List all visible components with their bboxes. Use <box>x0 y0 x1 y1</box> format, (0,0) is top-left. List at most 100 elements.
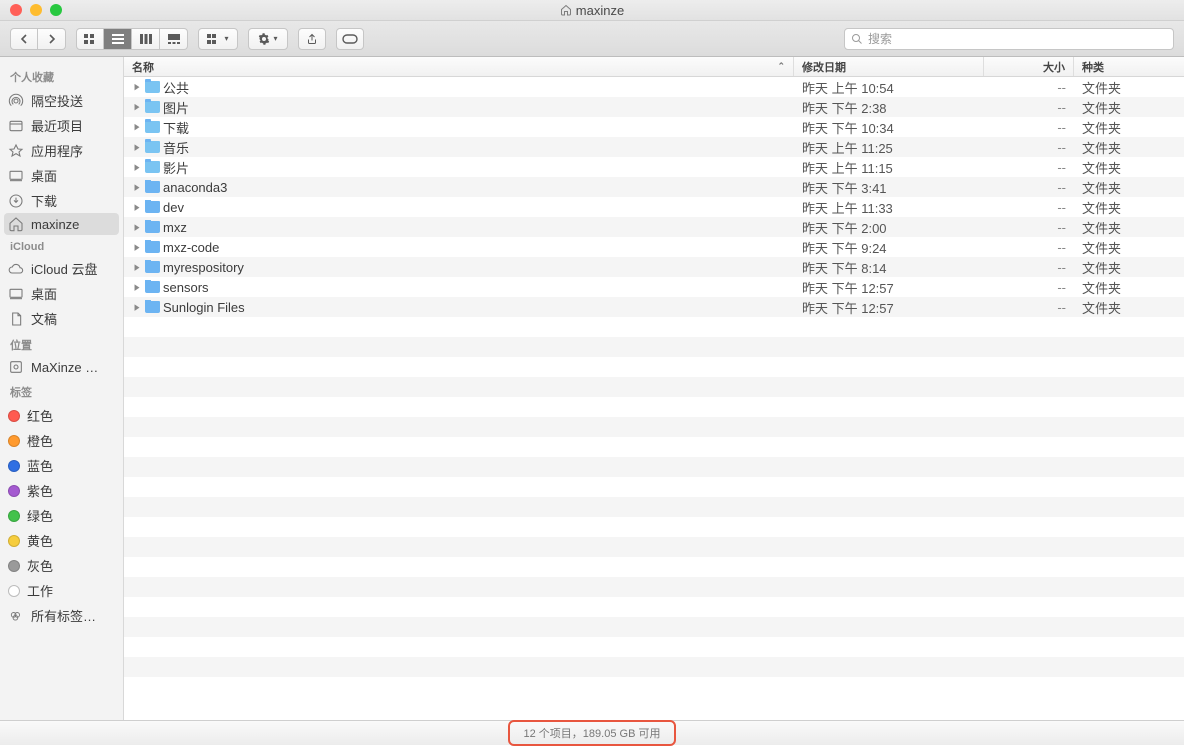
sidebar-item-fav-3[interactable]: 桌面 <box>0 163 123 188</box>
maximize-window-button[interactable] <box>50 4 62 16</box>
sidebar-tag-label: 工作 <box>27 581 53 600</box>
disclosure-triangle-icon[interactable]: ▸ <box>132 240 142 254</box>
file-name: mxz-code <box>163 240 219 255</box>
file-size: -- <box>984 260 1074 275</box>
column-header-size[interactable]: 大小 <box>984 57 1074 76</box>
file-size: -- <box>984 280 1074 295</box>
gallery-view-button[interactable] <box>160 28 188 50</box>
file-row[interactable]: ▸sensors昨天 下午 12:57--文件夹 <box>124 277 1184 297</box>
sidebar-tag-7[interactable]: 工作 <box>0 578 123 603</box>
sidebar-item-fav-4[interactable]: 下载 <box>0 188 123 213</box>
sidebar-tag-0[interactable]: 红色 <box>0 403 123 428</box>
arrange-button[interactable]: ▾ <box>198 28 238 50</box>
forward-button[interactable] <box>38 28 66 50</box>
sidebar-item-fav-1[interactable]: 最近项目 <box>0 113 123 138</box>
sidebar-item-fav-2[interactable]: 应用程序 <box>0 138 123 163</box>
file-size: -- <box>984 160 1074 175</box>
column-header-kind[interactable]: 种类 <box>1074 57 1184 76</box>
sidebar-tag-2[interactable]: 蓝色 <box>0 453 123 478</box>
home-icon <box>8 216 24 232</box>
close-window-button[interactable] <box>10 4 22 16</box>
folder-icon <box>145 301 160 313</box>
file-date: 昨天 下午 8:14 <box>794 258 984 277</box>
tags-button[interactable] <box>336 28 364 50</box>
disclosure-triangle-icon[interactable]: ▸ <box>132 200 142 214</box>
file-row[interactable]: ▸音乐昨天 上午 11:25--文件夹 <box>124 137 1184 157</box>
file-row[interactable]: ▸mxz-code昨天 下午 9:24--文件夹 <box>124 237 1184 257</box>
sidebar-item-icloud-2[interactable]: 文稿 <box>0 306 123 331</box>
file-kind: 文件夹 <box>1074 138 1184 157</box>
disclosure-triangle-icon[interactable]: ▸ <box>132 80 142 94</box>
tag-dot-icon <box>8 435 20 447</box>
sidebar-tag-4[interactable]: 绿色 <box>0 503 123 528</box>
sidebar-tag-1[interactable]: 橙色 <box>0 428 123 453</box>
sidebar-item-fav-5[interactable]: maxinze <box>4 213 119 235</box>
file-size: -- <box>984 180 1074 195</box>
sidebar-item-label: iCloud 云盘 <box>31 259 97 278</box>
sidebar-item-icloud-0[interactable]: iCloud 云盘 <box>0 256 123 281</box>
file-row[interactable]: ▸下载昨天 下午 10:34--文件夹 <box>124 117 1184 137</box>
file-row[interactable]: ▸影片昨天 上午 11:15--文件夹 <box>124 157 1184 177</box>
sidebar-item-fav-0[interactable]: 隔空投送 <box>0 88 123 113</box>
sidebar-item-loc-0[interactable]: MaXinze … <box>0 356 123 378</box>
sidebar-tag-label: 蓝色 <box>27 456 53 475</box>
empty-row <box>124 597 1184 617</box>
column-header-date[interactable]: 修改日期 <box>794 57 984 76</box>
file-name: myrespository <box>163 260 244 275</box>
file-name: mxz <box>163 220 187 235</box>
folder-icon <box>145 281 160 293</box>
empty-row <box>124 617 1184 637</box>
action-button[interactable]: ▾ <box>248 28 288 50</box>
folder-icon <box>145 181 160 193</box>
file-list[interactable]: ▸公共昨天 上午 10:54--文件夹▸图片昨天 下午 2:38--文件夹▸下载… <box>124 77 1184 720</box>
sidebar-tag-label: 红色 <box>27 406 53 425</box>
cloud-icon <box>8 261 24 277</box>
sidebar-item-label: 应用程序 <box>31 141 83 160</box>
file-row[interactable]: ▸myrespository昨天 下午 8:14--文件夹 <box>124 257 1184 277</box>
disclosure-triangle-icon[interactable]: ▸ <box>132 100 142 114</box>
disclosure-triangle-icon[interactable]: ▸ <box>132 280 142 294</box>
search-field[interactable]: 搜索 <box>844 28 1174 50</box>
disclosure-triangle-icon[interactable]: ▸ <box>132 180 142 194</box>
sidebar-tag-6[interactable]: 灰色 <box>0 553 123 578</box>
folder-icon <box>145 81 160 93</box>
list-view-button[interactable] <box>104 28 132 50</box>
sidebar-tag-8[interactable]: 所有标签… <box>0 603 123 628</box>
sidebar-item-icloud-1[interactable]: 桌面 <box>0 281 123 306</box>
file-row[interactable]: ▸dev昨天 上午 11:33--文件夹 <box>124 197 1184 217</box>
file-kind: 文件夹 <box>1074 78 1184 97</box>
file-row[interactable]: ▸图片昨天 下午 2:38--文件夹 <box>124 97 1184 117</box>
minimize-window-button[interactable] <box>30 4 42 16</box>
sidebar-tag-5[interactable]: 黄色 <box>0 528 123 553</box>
folder-icon <box>145 241 160 253</box>
icon-view-button[interactable] <box>76 28 104 50</box>
file-row[interactable]: ▸Sunlogin Files昨天 下午 12:57--文件夹 <box>124 297 1184 317</box>
downloads-icon <box>8 193 24 209</box>
disclosure-triangle-icon[interactable]: ▸ <box>132 120 142 134</box>
column-header-name[interactable]: 名称⌃ <box>124 57 794 76</box>
file-row[interactable]: ▸mxz昨天 下午 2:00--文件夹 <box>124 217 1184 237</box>
sidebar-tag-3[interactable]: 紫色 <box>0 478 123 503</box>
folder-icon <box>145 141 160 153</box>
file-date: 昨天 上午 11:25 <box>794 138 984 157</box>
disclosure-triangle-icon[interactable]: ▸ <box>132 160 142 174</box>
file-row[interactable]: ▸公共昨天 上午 10:54--文件夹 <box>124 77 1184 97</box>
empty-row <box>124 517 1184 537</box>
sidebar-tag-label: 绿色 <box>27 506 53 525</box>
disclosure-triangle-icon[interactable]: ▸ <box>132 220 142 234</box>
sidebar-section-tags: 标签 <box>0 378 123 403</box>
sidebar-item-label: 桌面 <box>31 166 57 185</box>
empty-row <box>124 437 1184 457</box>
disclosure-triangle-icon[interactable]: ▸ <box>132 140 142 154</box>
file-list-pane: 名称⌃ 修改日期 大小 种类 ▸公共昨天 上午 10:54--文件夹▸图片昨天 … <box>124 57 1184 720</box>
back-button[interactable] <box>10 28 38 50</box>
titlebar: maxinze <box>0 0 1184 21</box>
column-view-button[interactable] <box>132 28 160 50</box>
file-row[interactable]: ▸anaconda3昨天 下午 3:41--文件夹 <box>124 177 1184 197</box>
share-button[interactable] <box>298 28 326 50</box>
home-icon <box>560 4 572 16</box>
main-area: 个人收藏 隔空投送最近项目应用程序桌面下载maxinze iCloud iClo… <box>0 57 1184 720</box>
disclosure-triangle-icon[interactable]: ▸ <box>132 300 142 314</box>
empty-row <box>124 317 1184 337</box>
disclosure-triangle-icon[interactable]: ▸ <box>132 260 142 274</box>
